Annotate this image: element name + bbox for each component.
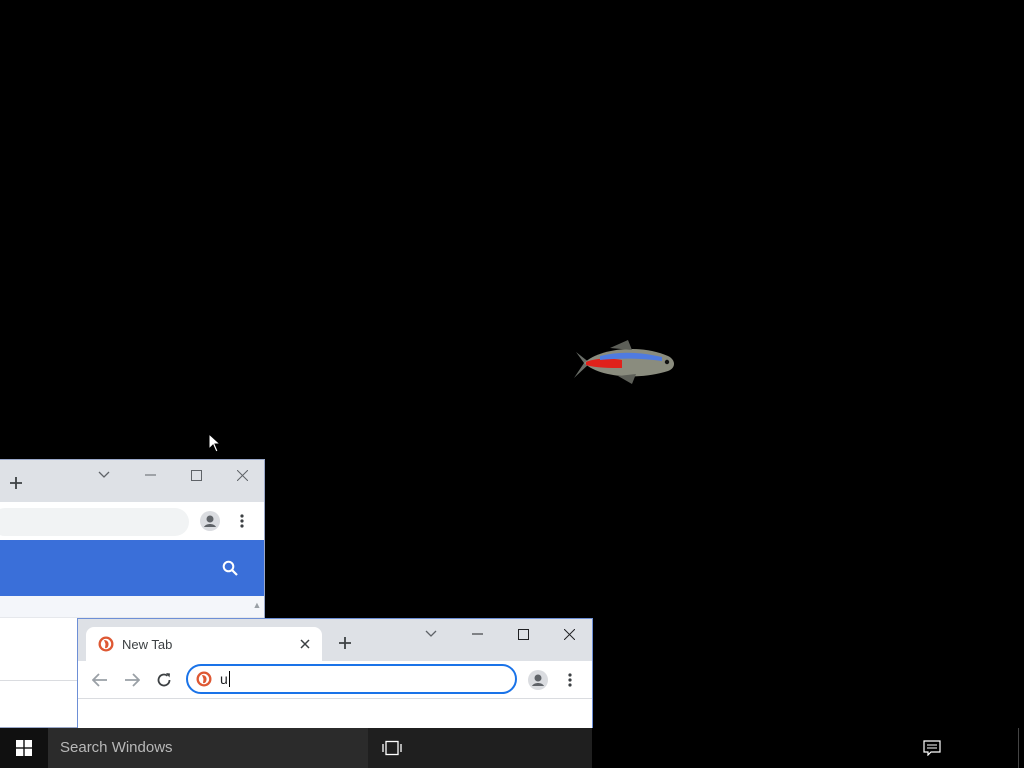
more-vertical-icon bbox=[568, 673, 572, 687]
taskbar-search-box[interactable]: Search Windows bbox=[48, 728, 368, 768]
chevron-down-icon bbox=[98, 471, 110, 478]
tab-strip: New Tab bbox=[78, 619, 592, 661]
minimize-icon bbox=[471, 633, 483, 635]
plus-icon bbox=[10, 477, 22, 489]
address-bar[interactable]: u bbox=[186, 664, 517, 694]
address-bar-input[interactable]: u bbox=[220, 671, 230, 687]
close-icon bbox=[300, 639, 310, 649]
task-view-icon bbox=[382, 740, 402, 756]
minimize-button[interactable] bbox=[127, 460, 173, 490]
maximize-button[interactable] bbox=[500, 619, 546, 649]
minimize-button[interactable] bbox=[454, 619, 500, 649]
close-icon bbox=[236, 469, 248, 481]
address-bar-value: u bbox=[220, 671, 228, 687]
close-button[interactable] bbox=[546, 619, 592, 649]
tab-strip bbox=[0, 460, 264, 502]
fish-screensaver-image bbox=[574, 340, 674, 384]
windows-logo-icon bbox=[16, 740, 32, 756]
tab-search-button[interactable] bbox=[81, 460, 127, 490]
tab-new-tab[interactable]: New Tab bbox=[86, 627, 322, 661]
taskbar: Search Windows bbox=[0, 728, 1024, 768]
search-icon bbox=[222, 560, 238, 576]
menu-button[interactable] bbox=[557, 667, 583, 693]
plus-icon bbox=[339, 637, 351, 649]
tab-close-button[interactable] bbox=[296, 635, 314, 653]
action-center-button[interactable] bbox=[918, 736, 946, 760]
mouse-cursor-icon bbox=[208, 433, 222, 453]
arrow-right-icon bbox=[125, 673, 140, 687]
taskbar-search-placeholder: Search Windows bbox=[60, 739, 173, 756]
duckduckgo-icon bbox=[196, 671, 212, 687]
more-vertical-icon bbox=[240, 514, 244, 528]
reload-icon bbox=[157, 673, 171, 687]
close-button[interactable] bbox=[219, 460, 264, 490]
scrollbar-up-arrow-icon[interactable]: ▲ bbox=[252, 600, 262, 610]
new-tab-button[interactable] bbox=[334, 632, 356, 654]
duckduckgo-icon bbox=[98, 636, 114, 652]
show-desktop-button[interactable] bbox=[1018, 728, 1024, 768]
page-subheader bbox=[0, 596, 264, 618]
maximize-button[interactable] bbox=[173, 460, 219, 490]
maximize-icon bbox=[517, 628, 529, 640]
profile-icon bbox=[200, 511, 220, 531]
maximize-icon bbox=[190, 469, 202, 481]
profile-icon bbox=[528, 670, 548, 690]
page-search-button[interactable] bbox=[217, 555, 243, 581]
page-content bbox=[78, 700, 592, 729]
tab-search-button[interactable] bbox=[408, 619, 454, 649]
forward-button[interactable] bbox=[119, 667, 145, 693]
start-button[interactable] bbox=[0, 728, 48, 768]
page-header-bar bbox=[0, 540, 264, 596]
address-bar[interactable] bbox=[0, 508, 189, 536]
chevron-down-icon bbox=[425, 630, 437, 637]
profile-button[interactable] bbox=[197, 508, 223, 534]
close-icon bbox=[563, 628, 575, 640]
notification-icon bbox=[923, 740, 941, 756]
browser-toolbar: u bbox=[78, 661, 592, 699]
arrow-left-icon bbox=[92, 673, 107, 687]
desktop: ▲ New Tab u bbox=[0, 0, 1024, 730]
reload-button[interactable] bbox=[151, 667, 177, 693]
back-button[interactable] bbox=[87, 667, 113, 693]
menu-button[interactable] bbox=[229, 508, 255, 534]
foreground-browser-window[interactable]: New Tab u bbox=[77, 618, 593, 730]
tab-title: New Tab bbox=[122, 637, 173, 652]
minimize-icon bbox=[144, 474, 156, 476]
profile-button[interactable] bbox=[525, 667, 551, 693]
new-tab-button[interactable] bbox=[5, 472, 27, 494]
text-caret bbox=[228, 671, 230, 687]
browser-toolbar bbox=[0, 502, 264, 540]
task-view-button[interactable] bbox=[380, 736, 404, 760]
